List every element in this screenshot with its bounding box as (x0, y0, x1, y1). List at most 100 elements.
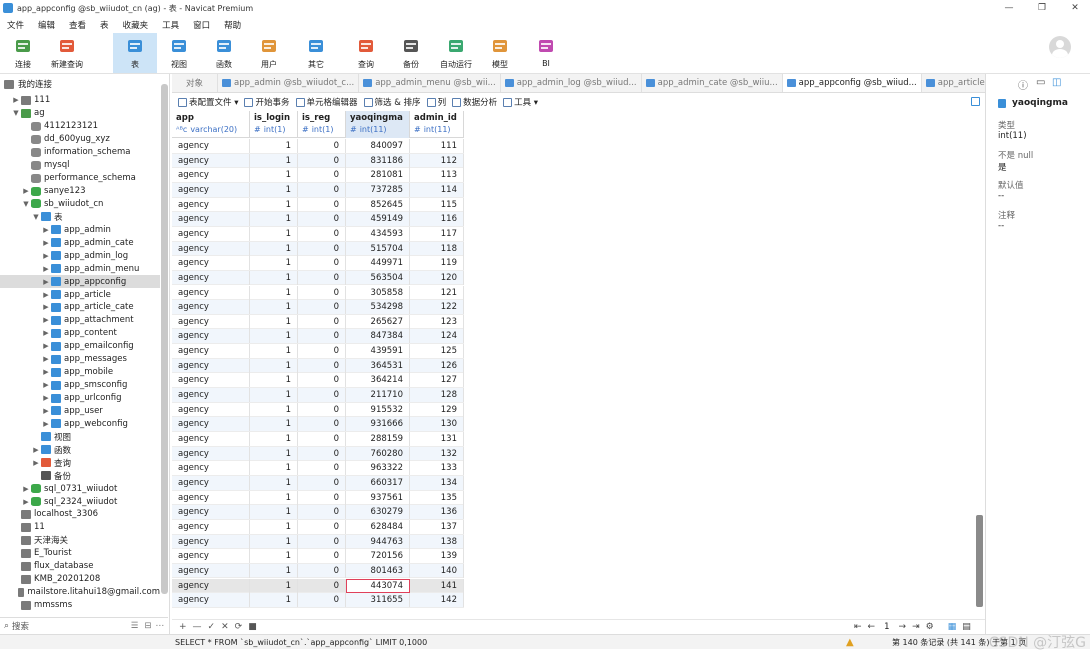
tree-node-mmssms[interactable]: mmssms (0, 599, 160, 612)
cell-admin_id[interactable]: 139 (410, 549, 464, 564)
cell-yaoqingma[interactable]: 737285 (346, 182, 410, 197)
cell-yaoqingma[interactable]: 937561 (346, 490, 410, 505)
cell-yaoqingma[interactable]: 563504 (346, 270, 410, 285)
cell-is_reg[interactable]: 0 (298, 446, 346, 461)
cell-yaoqingma[interactable]: 449971 (346, 256, 410, 271)
cell-is_login[interactable]: 1 (250, 358, 298, 373)
cell-yaoqingma[interactable]: 534298 (346, 300, 410, 315)
cell-is_reg[interactable]: 0 (298, 329, 346, 344)
cell-app[interactable]: agency (172, 578, 250, 593)
cell-admin_id[interactable]: 129 (410, 402, 464, 417)
cell-is_reg[interactable]: 0 (298, 182, 346, 197)
table-row[interactable]: agency 1 0 628484 137 (172, 519, 464, 535)
toolbar-user-button[interactable]: 用户 (249, 33, 289, 73)
cell-is_login[interactable]: 1 (250, 212, 298, 227)
begin-transaction-button[interactable]: 开始事务 (244, 96, 290, 108)
cell-app[interactable]: agency (172, 285, 250, 300)
table-row[interactable]: agency 1 0 760280 132 (172, 446, 464, 462)
table-row[interactable]: agency 1 0 434593 117 (172, 226, 464, 242)
tree-node-app-admin-log[interactable]: ▶ app_admin_log (0, 249, 160, 262)
tree-node-sb-wiiudot-cn[interactable]: ▼ sb_wiiudot_cn (0, 198, 160, 211)
tree-node--[interactable]: 备份 (0, 469, 160, 482)
form-view-icon[interactable]: ▤ (962, 622, 971, 632)
cell-yaoqingma[interactable]: 439591 (346, 344, 410, 359)
column-header-is_reg[interactable]: is_reg # int(1) (298, 111, 346, 138)
prev-page-icon[interactable]: ← (868, 622, 876, 632)
toolbar-model-button[interactable]: 模型 (480, 33, 520, 73)
tab-4[interactable]: app_admin_cate @sb_wiiu... (642, 74, 783, 92)
toolbar-tools-button[interactable]: 其它 (296, 33, 336, 73)
cell-admin_id[interactable]: 117 (410, 226, 464, 241)
menu-item-6[interactable]: 窗口 (186, 19, 217, 31)
columns-button[interactable]: 列 (426, 96, 446, 108)
tree-node-11[interactable]: 11 (0, 521, 160, 534)
tree-node-e-tourist[interactable]: E_Tourist (0, 547, 160, 560)
cell-is_reg[interactable]: 0 (298, 549, 346, 564)
cell-app[interactable]: agency (172, 212, 250, 227)
expand-arrow-icon[interactable]: ▼ (12, 109, 20, 117)
cell-is_reg[interactable]: 0 (298, 563, 346, 578)
collapse-icon[interactable]: ⊟ (144, 621, 151, 631)
cell-app[interactable]: agency (172, 344, 250, 359)
tree-node-kmb-20201208[interactable]: KMB_20201208 (0, 573, 160, 586)
column-header-app[interactable]: app ᴬᴮc varchar(20) (172, 111, 250, 138)
expand-arrow-icon[interactable]: ▶ (42, 291, 50, 299)
cell-app[interactable]: agency (172, 490, 250, 505)
menu-item-4[interactable]: 收藏夹 (116, 19, 156, 31)
cell-is_login[interactable]: 1 (250, 519, 298, 534)
toolbar-new-query-button[interactable]: 新建查询 (47, 33, 87, 73)
cell-yaoqingma[interactable]: 852645 (346, 197, 410, 212)
expand-arrow-icon[interactable]: ▶ (32, 446, 40, 454)
table-row[interactable]: agency 1 0 265627 123 (172, 314, 464, 330)
grid-vertical-scrollbar[interactable] (976, 515, 983, 607)
table-row[interactable]: agency 1 0 305858 121 (172, 285, 464, 301)
cell-app[interactable]: agency (172, 241, 250, 256)
tree-node-app-urlconfig[interactable]: ▶ app_urlconfig (0, 392, 160, 405)
discard-changes-icon[interactable]: ✕ (221, 622, 229, 632)
cell-is_login[interactable]: 1 (250, 432, 298, 446)
toolbar-backup-button[interactable]: 备份 (391, 33, 431, 73)
cell-is_reg[interactable]: 0 (298, 461, 346, 476)
tree-node-app-article-cate[interactable]: ▶ app_article_cate (0, 301, 160, 314)
cell-admin_id[interactable]: 135 (410, 490, 464, 505)
cell-yaoqingma[interactable]: 944763 (346, 534, 410, 549)
tree-node-4112123121[interactable]: 4112123121 (0, 120, 160, 133)
cell-yaoqingma[interactable]: 630279 (346, 505, 410, 520)
tree-node-information-schema[interactable]: information_schema (0, 146, 160, 159)
cell-admin_id[interactable]: 136 (410, 505, 464, 520)
cell-is_login[interactable]: 1 (250, 285, 298, 300)
tools-button[interactable]: 工具 ▾ (503, 96, 538, 108)
cell-is_login[interactable]: 1 (250, 475, 298, 490)
cell-yaoqingma[interactable]: 847384 (346, 329, 410, 344)
cell-admin_id[interactable]: 127 (410, 373, 464, 388)
tree-node--[interactable]: 视图 (0, 430, 160, 443)
expand-arrow-icon[interactable]: ▶ (22, 485, 30, 493)
cell-is_login[interactable]: 1 (250, 168, 298, 183)
expand-arrow-icon[interactable]: ▶ (42, 420, 50, 428)
table-row[interactable]: agency 1 0 840097 111 (172, 139, 464, 154)
tab-2[interactable]: app_admin_menu @sb_wii... (359, 74, 501, 92)
cell-is_login[interactable]: 1 (250, 402, 298, 417)
table-row[interactable]: agency 1 0 211710 128 (172, 388, 464, 403)
table-row[interactable]: agency 1 0 439591 125 (172, 344, 464, 359)
tree-node-dd-600yug-xyz[interactable]: dd_600yug_xyz (0, 133, 160, 146)
cell-is_login[interactable]: 1 (250, 563, 298, 578)
cell-app[interactable]: agency (172, 139, 250, 153)
cell-yaoqingma[interactable]: 831186 (346, 153, 410, 168)
cell-admin_id[interactable]: 137 (410, 519, 464, 534)
cell-is_login[interactable]: 1 (250, 300, 298, 315)
cell-app[interactable]: agency (172, 270, 250, 285)
cell-admin_id[interactable]: 119 (410, 256, 464, 271)
layout-icon[interactable]: ◫ (1052, 77, 1061, 88)
cell-yaoqingma[interactable]: 311655 (346, 593, 410, 608)
column-header-yaoqingma[interactable]: yaoqingma # int(11) (346, 111, 410, 138)
table-row[interactable]: agency 1 0 937561 135 (172, 490, 464, 506)
cell-is_login[interactable]: 1 (250, 490, 298, 505)
cell-app[interactable]: agency (172, 563, 250, 578)
expand-arrow-icon[interactable]: ▶ (32, 459, 40, 467)
expand-arrow-icon[interactable]: ▶ (42, 407, 50, 415)
expand-arrow-icon[interactable]: ▶ (42, 329, 50, 337)
cell-is_login[interactable]: 1 (250, 593, 298, 608)
cell-is_reg[interactable]: 0 (298, 358, 346, 373)
tree-node-app-admin[interactable]: ▶ app_admin (0, 223, 160, 236)
